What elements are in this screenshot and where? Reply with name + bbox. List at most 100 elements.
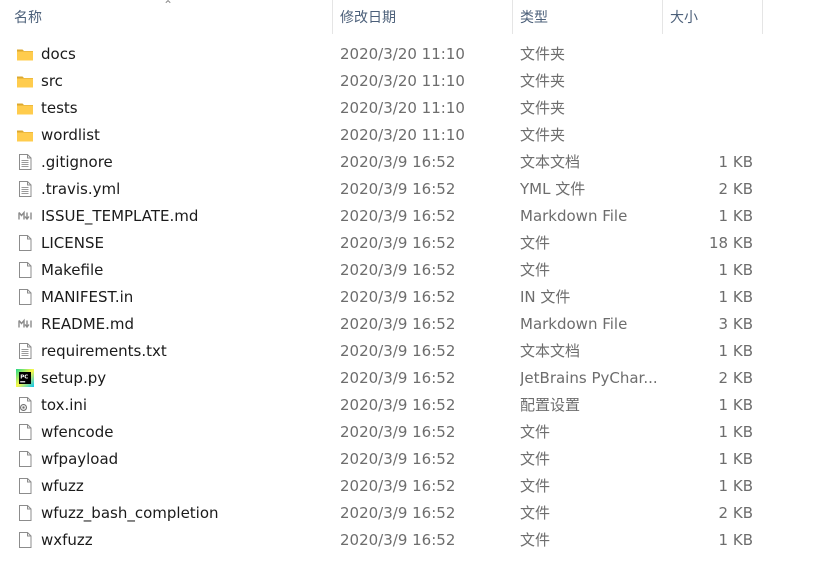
file-row[interactable]: Makefile 2020/3/9 16:52 文件 1 KB: [0, 257, 835, 284]
file-row[interactable]: src 2020/3/20 11:10 文件夹: [0, 68, 835, 95]
file-type: 文件: [520, 477, 551, 495]
file-modified-date: 2020/3/9 16:52: [340, 396, 456, 414]
file-row[interactable]: wfencode 2020/3/9 16:52 文件 1 KB: [0, 419, 835, 446]
file-row[interactable]: wordlist 2020/3/20 11:10 文件夹: [0, 122, 835, 149]
file-modified-date: 2020/3/9 16:52: [340, 504, 456, 522]
file-name: .gitignore: [41, 153, 113, 171]
file-row[interactable]: .gitignore 2020/3/9 16:52 文本文档 1 KB: [0, 149, 835, 176]
file-modified-date: 2020/3/20 11:10: [340, 126, 465, 144]
file-row[interactable]: wfuzz_bash_completion 2020/3/9 16:52 文件 2 K…: [0, 500, 835, 527]
file-modified-date: 2020/3/9 16:52: [340, 423, 456, 441]
file-row[interactable]: README.md 2020/3/9 16:52 Markdown File 3 KB: [0, 311, 835, 338]
folder-icon: [16, 126, 34, 144]
folder-icon: [16, 45, 34, 63]
file-type: 文件夹: [520, 99, 566, 117]
file-name: ISSUE_TEMPLATE.md: [41, 207, 199, 225]
file-modified-date: 2020/3/9 16:52: [340, 261, 456, 279]
markdown-file-icon: [16, 315, 34, 333]
file-name: wxfuzz: [41, 531, 93, 549]
file-size: 3 KB: [718, 315, 753, 333]
file-type: 配置设置: [520, 396, 581, 414]
file-name: wfencode: [41, 423, 114, 441]
file-size: 1 KB: [718, 153, 753, 171]
file-name: tox.ini: [41, 396, 88, 414]
file-icon: [16, 477, 34, 495]
file-row[interactable]: docs 2020/3/20 11:10 文件夹: [0, 41, 835, 68]
file-type: 文件: [520, 504, 551, 522]
file-modified-date: 2020/3/9 16:52: [340, 531, 456, 549]
text-file-icon: [16, 342, 34, 360]
file-icon: [16, 288, 34, 306]
file-name: README.md: [41, 315, 135, 333]
file-icon: [16, 531, 34, 549]
file-type: Markdown File: [520, 315, 628, 333]
file-size: 2 KB: [718, 504, 753, 522]
file-row[interactable]: wxfuzz 2020/3/9 16:52 文件 1 KB: [0, 527, 835, 554]
column-header-name[interactable]: 名称: [0, 0, 332, 34]
file-row[interactable]: .travis.yml 2020/3/9 16:52 YML 文件 2 KB: [0, 176, 835, 203]
file-row[interactable]: requirements.txt 2020/3/9 16:52 文本文档 1 KB: [0, 338, 835, 365]
file-modified-date: 2020/3/9 16:52: [340, 288, 456, 306]
file-type: Markdown File: [520, 207, 628, 225]
file-type: 文件: [520, 234, 551, 252]
file-size: 1 KB: [718, 342, 753, 360]
file-type: 文件: [520, 450, 551, 468]
file-size: 1 KB: [718, 396, 753, 414]
svg-text:PC: PC: [20, 375, 28, 381]
file-size: 2 KB: [718, 180, 753, 198]
file-type: 文件: [520, 423, 551, 441]
file-modified-date: 2020/3/9 16:52: [340, 153, 456, 171]
file-row[interactable]: LICENSE 2020/3/9 16:52 文件 18 KB: [0, 230, 835, 257]
file-name: docs: [41, 45, 76, 63]
file-type: JetBrains PyChar...: [520, 369, 658, 387]
file-row[interactable]: MANIFEST.in 2020/3/9 16:52 IN 文件 1 KB: [0, 284, 835, 311]
file-row[interactable]: wfuzz 2020/3/9 16:52 文件 1 KB: [0, 473, 835, 500]
file-row[interactable]: PC setup.py 2020/3/9 16:52 JetBrains PyChar…: [0, 365, 835, 392]
file-row[interactable]: ISSUE_TEMPLATE.md 2020/3/9 16:52 Markdown …: [0, 203, 835, 230]
file-type: 文件: [520, 261, 551, 279]
file-icon: [16, 234, 34, 252]
column-header: ⌃ 名称 修改日期 类型 大小: [0, 0, 835, 34]
file-name: .travis.yml: [41, 180, 121, 198]
folder-icon: [16, 72, 34, 90]
file-row[interactable]: tox.ini 2020/3/9 16:52 配置设置 1 KB: [0, 392, 835, 419]
file-name: wfpayload: [41, 450, 119, 468]
text-file-icon: [16, 153, 34, 171]
file-name: tests: [41, 99, 78, 117]
file-type: 文件: [520, 531, 551, 549]
file-size: 1 KB: [718, 450, 753, 468]
file-icon: [16, 504, 34, 522]
file-name: src: [41, 72, 63, 90]
file-icon: [16, 261, 34, 279]
file-name: LICENSE: [41, 234, 104, 252]
file-size: 1 KB: [718, 477, 753, 495]
file-size: 18 KB: [709, 234, 753, 252]
file-modified-date: 2020/3/9 16:52: [340, 315, 456, 333]
file-modified-date: 2020/3/9 16:52: [340, 450, 456, 468]
file-size: [662, 41, 753, 68]
file-name: wfuzz_bash_completion: [41, 504, 219, 522]
file-modified-date: 2020/3/20 11:10: [340, 45, 465, 63]
file-modified-date: 2020/3/20 11:10: [340, 99, 465, 117]
column-header-type[interactable]: 类型: [512, 0, 662, 34]
file-modified-date: 2020/3/9 16:52: [340, 477, 456, 495]
file-type: 文件夹: [520, 72, 566, 90]
file-name: requirements.txt: [41, 342, 167, 360]
file-size: 1 KB: [718, 531, 753, 549]
file-row[interactable]: tests 2020/3/20 11:10 文件夹: [0, 95, 835, 122]
file-size: 1 KB: [718, 207, 753, 225]
file-name: setup.py: [41, 369, 107, 387]
file-modified-date: 2020/3/9 16:52: [340, 369, 456, 387]
column-header-size[interactable]: 大小: [662, 0, 762, 34]
file-icon: [16, 450, 34, 468]
file-size: [662, 95, 753, 122]
file-modified-date: 2020/3/9 16:52: [340, 180, 456, 198]
file-name: wfuzz: [41, 477, 84, 495]
file-size: 1 KB: [718, 261, 753, 279]
file-modified-date: 2020/3/9 16:52: [340, 207, 456, 225]
folder-icon: [16, 99, 34, 117]
column-header-modified[interactable]: 修改日期: [332, 0, 512, 34]
file-icon: [16, 423, 34, 441]
file-row[interactable]: wfpayload 2020/3/9 16:52 文件 1 KB: [0, 446, 835, 473]
column-divider[interactable]: [762, 0, 763, 34]
